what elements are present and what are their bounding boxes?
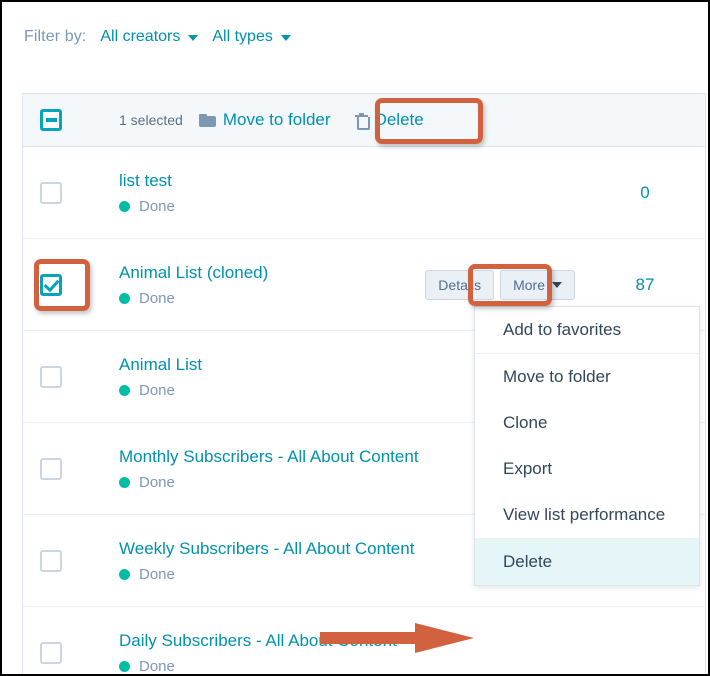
row-actions: Details More xyxy=(425,269,575,300)
trash-lid-icon xyxy=(358,112,364,116)
menu-item-move-to-folder[interactable]: Move to folder xyxy=(475,354,699,400)
list-name-link[interactable]: Daily Subscribers - All About Content xyxy=(119,630,585,652)
table-row[interactable]: list test Done 0 xyxy=(23,147,705,239)
row-content: Daily Subscribers - All About Content Do… xyxy=(119,630,585,675)
status-dot-icon xyxy=(119,569,130,580)
menu-item-export[interactable]: Export xyxy=(475,446,699,492)
screenshot-frame: Filter by: All creators All types 1 sele… xyxy=(0,0,710,676)
status-label: Done xyxy=(139,290,175,307)
status-dot-icon xyxy=(119,385,130,396)
row-content: Animal List (cloned) Done xyxy=(119,262,425,307)
row-checkbox-cell xyxy=(40,365,119,388)
status-dot-icon xyxy=(119,477,130,488)
row-checkbox-cell xyxy=(40,641,119,664)
filter-all-creators-label: All creators xyxy=(100,28,181,45)
folder-icon xyxy=(198,113,216,127)
filter-all-types-dropdown[interactable]: All types xyxy=(212,28,291,46)
row-checkbox-cell xyxy=(40,457,119,480)
status-dot-icon xyxy=(119,201,130,212)
more-button-label: More xyxy=(513,276,545,293)
indeterminate-dash-icon xyxy=(45,118,57,122)
selected-count-label: 1 selected xyxy=(119,112,183,128)
filter-all-creators-dropdown[interactable]: All creators xyxy=(100,28,199,46)
row-checkbox[interactable] xyxy=(40,641,62,664)
status-dot-icon xyxy=(119,293,130,304)
filter-bar: Filter by: All creators All types xyxy=(24,28,291,46)
row-count-value[interactable]: 87 xyxy=(585,275,705,295)
status-label: Done xyxy=(139,658,175,675)
row-status: Done xyxy=(119,290,425,307)
menu-item-view-list-performance[interactable]: View list performance xyxy=(475,492,699,538)
menu-item-clone[interactable]: Clone xyxy=(475,400,699,446)
toolbar-delete-button[interactable]: Delete xyxy=(354,110,424,130)
more-button[interactable]: More xyxy=(500,269,575,300)
chevron-down-icon xyxy=(552,281,562,288)
row-checkbox[interactable] xyxy=(40,549,62,572)
row-checkbox[interactable] xyxy=(40,457,62,480)
status-dot-icon xyxy=(119,661,130,672)
trash-icon xyxy=(354,112,370,130)
more-dropdown-menu: Add to favorites Move to folder Clone Ex… xyxy=(474,306,700,586)
chevron-down-icon xyxy=(280,35,291,41)
select-all-checkbox-cell xyxy=(40,109,119,131)
status-label: Done xyxy=(139,382,175,399)
toolbar-delete-label: Delete xyxy=(374,110,424,129)
bulk-action-toolbar: 1 selected Move to folder Delete xyxy=(23,94,705,147)
chevron-down-icon xyxy=(188,35,199,41)
list-name-link[interactable]: Animal List (cloned) xyxy=(119,262,425,284)
details-button[interactable]: Details xyxy=(425,269,495,300)
status-label: Done xyxy=(139,198,175,215)
menu-item-delete[interactable]: Delete xyxy=(475,539,699,585)
row-status: Done xyxy=(119,658,585,675)
row-checkbox[interactable] xyxy=(40,181,62,204)
filter-by-label: Filter by: xyxy=(24,28,87,45)
row-checkbox-cell xyxy=(40,273,119,296)
move-to-folder-label: Move to folder xyxy=(222,110,331,129)
row-checkbox[interactable] xyxy=(40,365,62,388)
move-to-folder-button[interactable]: Move to folder xyxy=(198,110,331,130)
row-count-value[interactable]: 0 xyxy=(585,183,705,203)
row-checkbox-cell xyxy=(40,181,119,204)
row-checkbox-cell xyxy=(40,549,119,572)
status-label: Done xyxy=(139,566,175,583)
filter-all-types-label: All types xyxy=(212,28,273,45)
table-row[interactable]: Daily Subscribers - All About Content Do… xyxy=(23,607,705,675)
row-status: Done xyxy=(119,198,585,215)
row-checkbox-selected[interactable] xyxy=(40,273,62,296)
select-all-checkbox[interactable] xyxy=(40,109,62,131)
menu-item-add-to-favorites[interactable]: Add to favorites xyxy=(475,307,699,353)
row-content: list test Done xyxy=(119,170,585,215)
list-name-link[interactable]: list test xyxy=(119,170,585,192)
status-label: Done xyxy=(139,474,175,491)
